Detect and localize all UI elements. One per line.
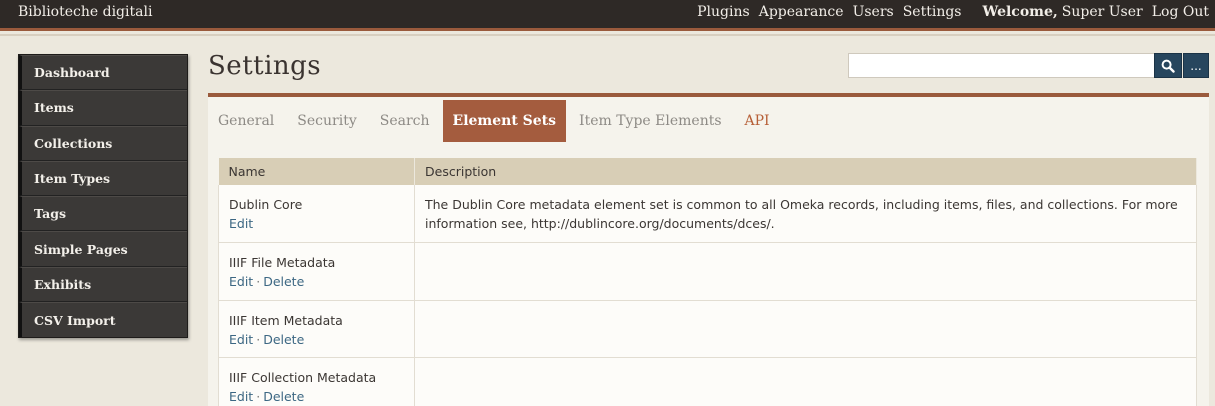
- edit-link[interactable]: Edit: [229, 389, 253, 404]
- element-set-description: [414, 242, 1197, 301]
- element-set-name: Dublin Core: [229, 197, 303, 212]
- sidebar-item-dashboard[interactable]: Dashboard: [19, 55, 187, 91]
- nav-users[interactable]: Users: [853, 4, 894, 20]
- element-set-description: [414, 357, 1197, 406]
- element-set-name-cell: Dublin Core Edit: [218, 185, 415, 243]
- sidebar-item-simple-pages[interactable]: Simple Pages: [19, 231, 187, 267]
- element-set-name: IIIF Item Metadata: [229, 312, 343, 328]
- tab-security[interactable]: Security: [287, 100, 366, 142]
- tab-api[interactable]: API: [735, 100, 780, 142]
- action-separator: ·: [256, 274, 261, 289]
- advanced-search-button[interactable]: ...: [1183, 53, 1209, 78]
- search-button[interactable]: [1154, 53, 1182, 78]
- element-set-actions: Edit · Delete: [229, 330, 404, 349]
- element-set-name: IIIF File Metadata: [229, 255, 336, 270]
- sidebar-item-csv-import[interactable]: CSV Import: [19, 302, 187, 338]
- search-input[interactable]: [848, 53, 1154, 78]
- element-set-description: [414, 300, 1197, 358]
- edit-link[interactable]: Edit: [229, 332, 253, 347]
- page-title: Settings: [208, 51, 322, 81]
- edit-link[interactable]: Edit: [229, 216, 253, 231]
- table-row: IIIF File Metadata Edit · Delete: [218, 242, 1197, 301]
- sidebar: Dashboard Items Collections Item Types T…: [18, 54, 188, 339]
- element-set-actions: Edit: [229, 214, 404, 233]
- tab-general[interactable]: General: [208, 100, 284, 142]
- delete-link[interactable]: Delete: [263, 274, 304, 289]
- search-icon: [1161, 59, 1175, 73]
- header-divider: [0, 34, 1215, 36]
- user-name-link[interactable]: Super User: [1062, 4, 1143, 20]
- logout-link[interactable]: Log Out: [1152, 4, 1209, 20]
- element-set-name-cell: IIIF File Metadata Edit · Delete: [218, 242, 415, 301]
- column-header-name: Name: [218, 158, 415, 185]
- table-header-row: Name Description: [218, 158, 1197, 185]
- site-title[interactable]: Biblioteche digitali: [18, 4, 152, 20]
- action-separator: ·: [256, 389, 261, 404]
- tab-element-sets[interactable]: Element Sets: [442, 100, 567, 142]
- delete-link[interactable]: Delete: [263, 332, 304, 347]
- sidebar-item-items[interactable]: Items: [19, 90, 187, 126]
- element-set-actions: Edit · Delete: [229, 272, 404, 291]
- nav-settings[interactable]: Settings: [903, 4, 962, 20]
- element-set-name: IIIF Collection Metadata: [229, 370, 377, 385]
- tab-search[interactable]: Search: [370, 100, 440, 142]
- element-set-name-cell: IIIF Collection Metadata Edit · Delete: [218, 357, 415, 406]
- table-row: IIIF Item Metadata Edit · Delete: [218, 300, 1197, 358]
- welcome-text: Welcome,: [982, 4, 1058, 20]
- tab-item-type-elements[interactable]: Item Type Elements: [569, 100, 731, 142]
- element-set-description: The Dublin Core metadata element set is …: [414, 185, 1197, 243]
- sidebar-item-exhibits[interactable]: Exhibits: [19, 266, 187, 303]
- table-row: IIIF Collection Metadata Edit · Delete: [218, 357, 1197, 406]
- settings-tabs: General Security Search Element Sets Ite…: [208, 100, 783, 142]
- delete-link[interactable]: Delete: [263, 389, 304, 404]
- table-row: Dublin Core Edit The Dublin Core metadat…: [218, 185, 1197, 243]
- nav-plugins[interactable]: Plugins: [697, 4, 750, 20]
- sidebar-item-collections[interactable]: Collections: [19, 125, 187, 161]
- top-bar: Biblioteche digitali Plugins Appearance …: [0, 0, 1215, 31]
- top-nav: Plugins Appearance Users Settings Welcom…: [688, 4, 1209, 20]
- sidebar-item-item-types[interactable]: Item Types: [19, 160, 187, 197]
- settings-panel: General Security Search Element Sets Ite…: [208, 93, 1209, 406]
- column-header-description: Description: [414, 158, 1197, 185]
- element-set-name-cell: IIIF Item Metadata Edit · Delete: [218, 300, 415, 358]
- sidebar-item-tags[interactable]: Tags: [19, 196, 187, 232]
- nav-appearance[interactable]: Appearance: [759, 4, 844, 20]
- edit-link[interactable]: Edit: [229, 274, 253, 289]
- action-separator: ·: [256, 331, 261, 347]
- element-set-actions: Edit · Delete: [229, 387, 404, 406]
- element-sets-table: Name Description Dublin Core Edit The Du…: [218, 158, 1197, 406]
